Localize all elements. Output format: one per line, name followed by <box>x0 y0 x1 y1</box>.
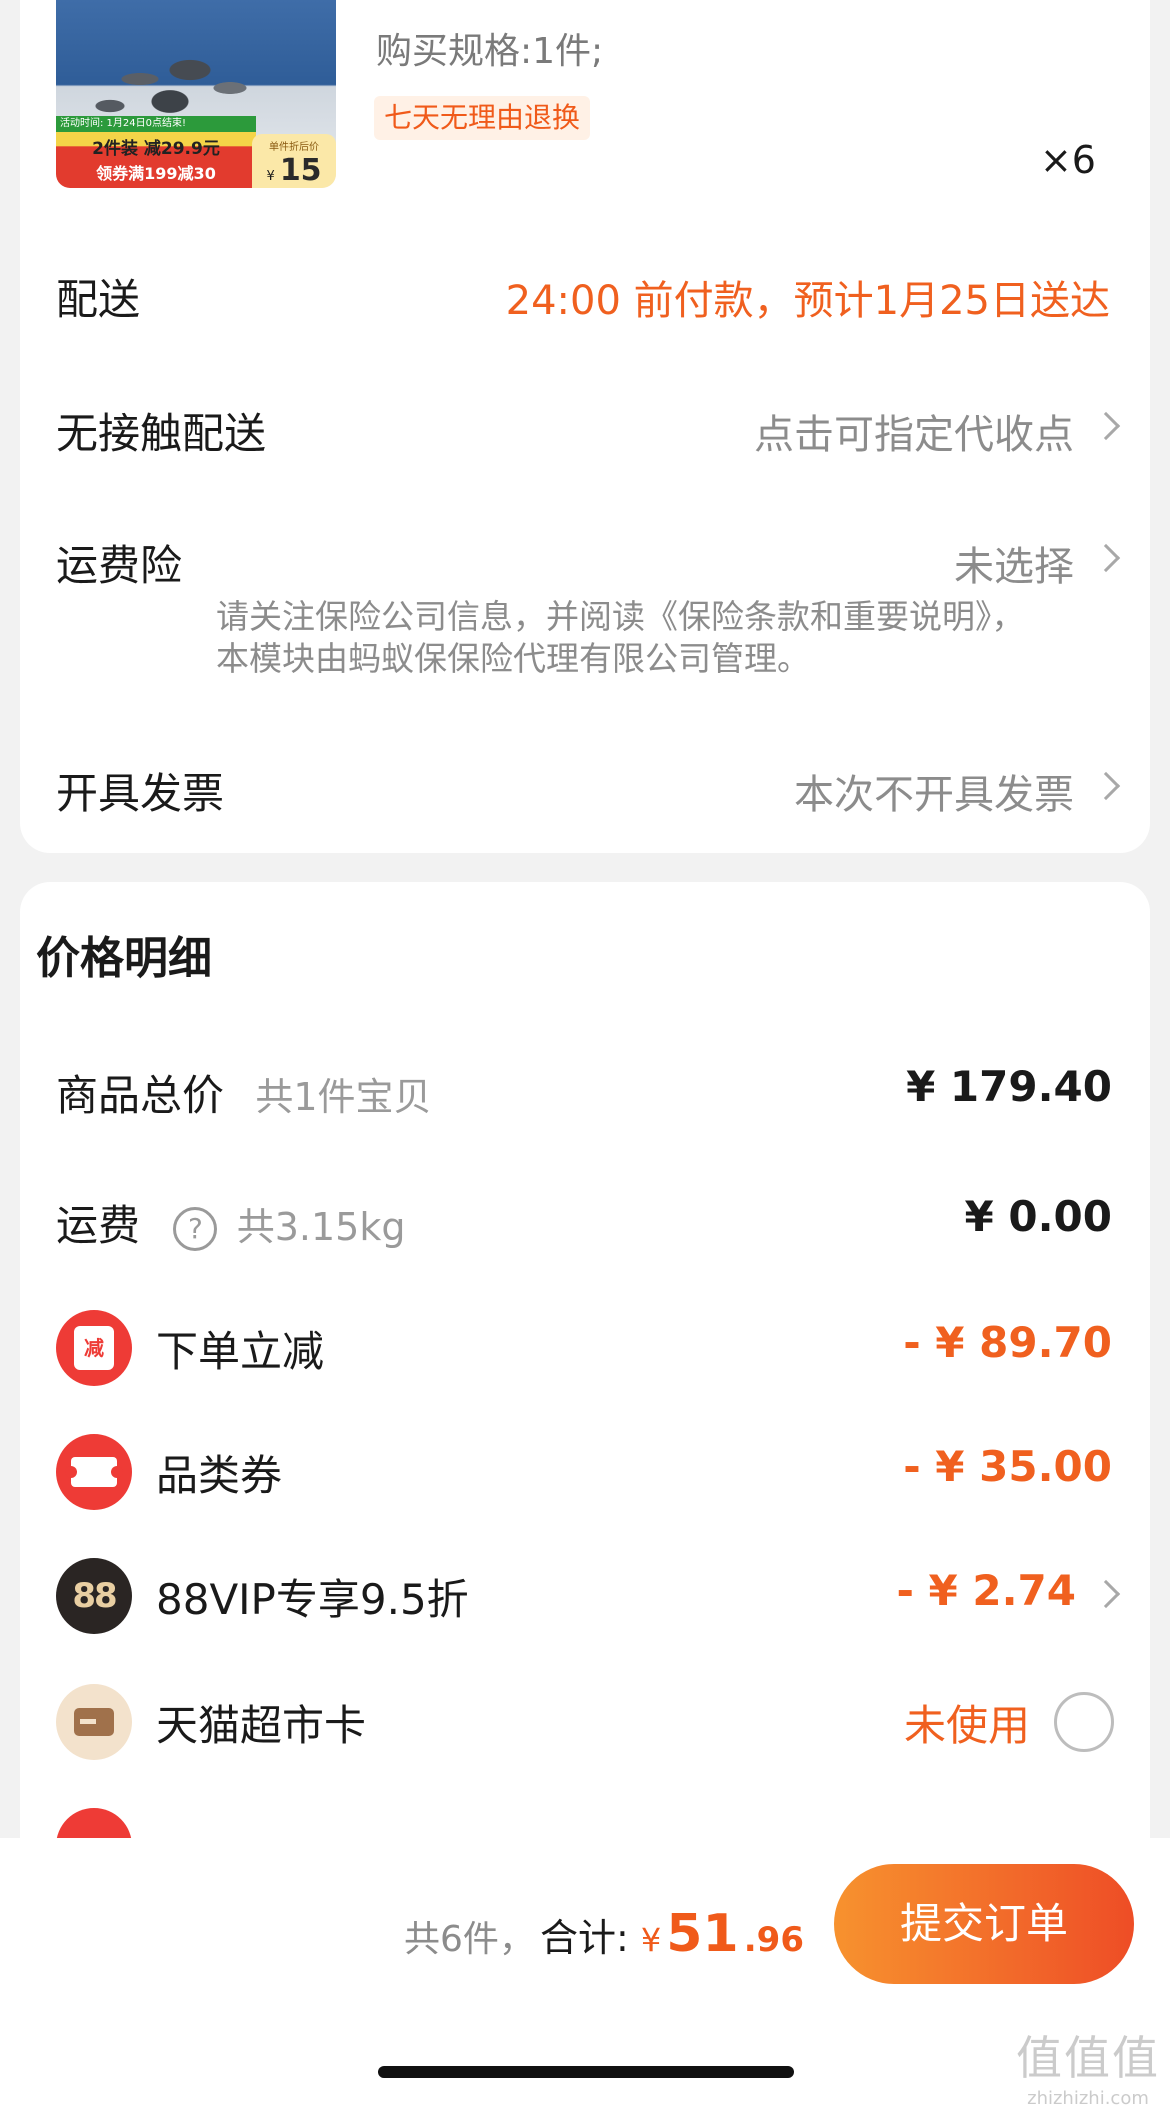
shipping-value: ¥ 0.00 <box>964 1192 1112 1241</box>
product-spec: 购买规格:1件; <box>376 31 604 72</box>
ticket-glyph <box>65 1457 123 1487</box>
discount-label-supermarket-card: 天猫超市卡 <box>156 1701 367 1750</box>
ticket-icon <box>56 1434 132 1510</box>
discount-value-category-coupon: - ¥ 35.00 <box>903 1442 1112 1491</box>
item-count: 共6件， <box>403 1919 535 1960</box>
order-summary: 共6件， 合计: ¥ 51 .96 <box>404 1904 804 1964</box>
unit-price-value: 15 <box>279 153 322 188</box>
submit-order-button[interactable]: 提交订单 <box>834 1864 1134 1984</box>
goods-total-sub: 共1件宝贝 <box>255 1075 432 1119</box>
invoice-value: 本次不开具发票 <box>794 772 1074 818</box>
delivery-value: 24:00 前付款，预计1月25日送达 <box>505 278 1110 324</box>
price-detail-title: 价格明细 <box>36 933 212 984</box>
watermark-logo: 值值值 zhizhizhi.com <box>1016 2022 1160 2106</box>
shipping-row: 运费 ? 共3.15kg <box>56 1192 405 1253</box>
promo-activity-text: 活动时间: 1月24日0点结束! <box>56 116 256 132</box>
discount-value-instant: - ¥ 89.70 <box>903 1318 1112 1367</box>
checkout-bar: 共6件， 合计: ¥ 51 .96 提交订单 值值值 zhizhizhi.com <box>0 1838 1170 2106</box>
shipping-insurance-value: 未选择 <box>954 544 1074 590</box>
goods-total-value: ¥ 179.40 <box>906 1062 1112 1111</box>
total-integer: 51 <box>666 1904 739 1964</box>
home-indicator <box>378 2066 794 2078</box>
reduce-icon-glyph: 减 <box>74 1326 114 1370</box>
shipping-label: 运费 <box>56 1201 141 1250</box>
chevron-right-icon <box>1091 411 1121 441</box>
supermarket-card-radio[interactable] <box>1054 1692 1114 1752</box>
total-decimal: .96 <box>743 1920 804 1960</box>
discount-value-supermarket-card: 未使用 <box>903 1701 1030 1750</box>
discount-value-vip: - ¥ 2.74 <box>896 1566 1076 1615</box>
chevron-right-icon <box>1091 543 1121 573</box>
shipping-weight: 共3.15kg <box>236 1205 406 1249</box>
unit-price-box: 单件折后价 ¥ 15 <box>252 134 336 188</box>
goods-total-label: 商品总价 <box>56 1071 225 1120</box>
product-thumbnail[interactable]: 活动时间: 1月24日0点结束! 2件装 减29.9元 领券满199减30 单件… <box>56 0 336 188</box>
card-icon <box>56 1684 132 1760</box>
promo-coupon-text: 领券满199减30 <box>96 164 216 183</box>
total-label: 合计: <box>539 1916 641 1960</box>
shipping-insurance-label: 运费险 <box>56 541 183 590</box>
insurance-note: 请关注保险公司信息，并阅读《保险条款和重要说明》，本模块由蚂蚁保保险代理有限公司… <box>216 597 1025 678</box>
watermark-sub: zhizhizhi.com <box>1027 2088 1149 2106</box>
chevron-right-icon <box>1091 771 1121 801</box>
sunflower-seeds-image <box>80 34 280 124</box>
watermark-main: 值值值 <box>1016 2031 1160 2085</box>
total-currency: ¥ <box>640 1921 662 1959</box>
goods-total-row: 商品总价 共1件宝贝 <box>56 1062 432 1123</box>
return-policy-tag: 七天无理由退换 <box>374 96 591 140</box>
discount-label-instant: 下单立减 <box>156 1327 325 1376</box>
order-options-card: 活动时间: 1月24日0点结束! 2件装 减29.9元 领券满199减30 单件… <box>20 0 1150 853</box>
discount-label-vip: 88VIP专享9.5折 <box>156 1575 469 1624</box>
vip88-icon: 88 <box>56 1558 132 1634</box>
contactless-value: 点击可指定代收点 <box>754 412 1074 458</box>
vip88-glyph: 88 <box>72 1576 117 1616</box>
reduce-icon: 减 <box>56 1310 132 1386</box>
discount-label-category-coupon: 品类券 <box>156 1451 283 1500</box>
card-glyph <box>74 1708 114 1736</box>
unit-price-currency: ¥ <box>266 169 275 184</box>
unit-price-label: 单件折后价 <box>269 142 319 153</box>
invoice-label: 开具发票 <box>56 769 225 818</box>
product-quantity: ×6 <box>1039 138 1096 182</box>
promo-main-text: 2件装 减29.9元 <box>92 139 220 159</box>
help-icon[interactable]: ? <box>173 1206 218 1251</box>
delivery-label: 配送 <box>56 275 141 324</box>
contactless-label: 无接触配送 <box>56 409 267 458</box>
